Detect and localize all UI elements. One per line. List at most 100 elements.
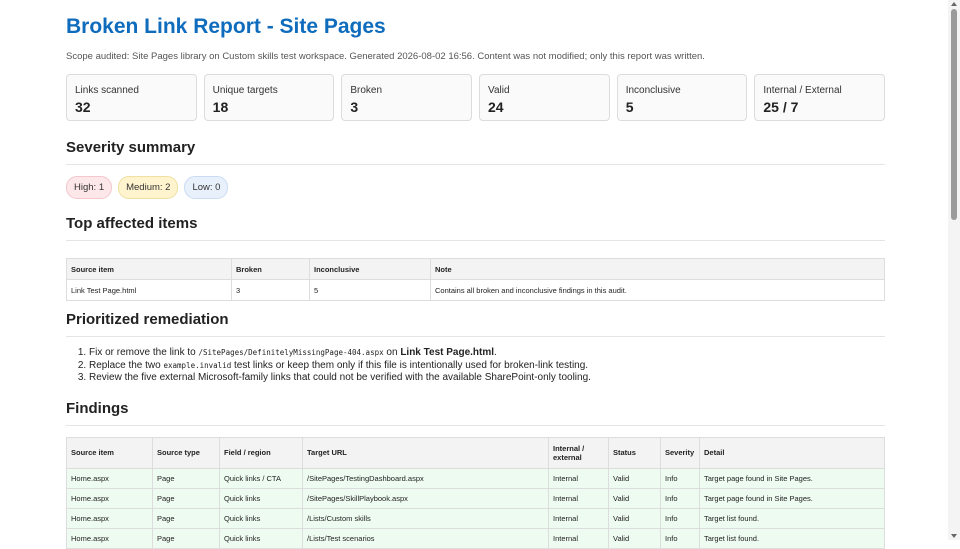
cell-severity: Info bbox=[660, 507, 700, 529]
column-header: Target URL bbox=[302, 436, 549, 469]
column-header: Source type bbox=[152, 436, 220, 469]
column-header: Source item bbox=[66, 258, 232, 280]
table-row: Link Test Page.html 3 5 Contains all bro… bbox=[66, 279, 885, 301]
column-header: Note bbox=[430, 258, 885, 280]
stat-label: Valid bbox=[488, 85, 510, 96]
severity-heading: Severity summary bbox=[66, 138, 885, 165]
cell-url: /Lists/Test scenarios bbox=[302, 527, 549, 549]
severity-medium-badge: Medium: 2 bbox=[118, 176, 179, 199]
cell-severity: Info bbox=[660, 467, 700, 489]
cell-scope: Internal bbox=[548, 487, 609, 509]
cell-scope: Internal bbox=[548, 467, 609, 489]
scrollbar-thumb[interactable] bbox=[951, 9, 957, 220]
cell-type: Page bbox=[152, 507, 220, 529]
table-header-row: Source item Broken Inconclusive Note bbox=[66, 258, 885, 280]
cell-status: Valid bbox=[608, 527, 661, 549]
stats-cards: Links scanned 32 Unique targets 18 Broke… bbox=[66, 74, 886, 121]
list-item: Review the five external Microsoft-famil… bbox=[89, 372, 885, 385]
cell-detail: Target list found. bbox=[699, 507, 885, 529]
cell-status: Valid bbox=[608, 467, 661, 489]
cell-status: Valid bbox=[608, 507, 661, 529]
cell-inconclusive: 5 bbox=[309, 279, 431, 301]
vertical-scrollbar[interactable] bbox=[948, 0, 960, 540]
remediation-list: Fix or remove the link to /SitePages/Def… bbox=[66, 347, 885, 385]
item-text: test links or keep them only if this fil… bbox=[231, 359, 589, 371]
column-header: Status bbox=[608, 436, 661, 469]
column-header: Source item bbox=[66, 436, 153, 469]
stat-value: 5 bbox=[625, 99, 634, 115]
stat-label: Inconclusive bbox=[625, 85, 681, 96]
list-item: Fix or remove the link to /SitePages/Def… bbox=[89, 347, 885, 360]
cell-field: Quick links bbox=[219, 527, 303, 549]
bold-page-name: Link Test Page.html bbox=[400, 347, 495, 358]
cell-field: Quick links bbox=[219, 487, 303, 509]
item-text: . bbox=[494, 347, 497, 358]
cell-detail: Target page found in Site Pages. bbox=[699, 467, 885, 489]
stat-value: 32 bbox=[75, 99, 91, 115]
severity-pills: High: 1 Medium: 2 Low: 0 bbox=[66, 176, 885, 199]
severity-high-badge: High: 1 bbox=[66, 176, 113, 199]
cell-url: /Lists/Custom skills bbox=[302, 507, 549, 529]
cell-note: Contains all broken and inconclusive fin… bbox=[430, 279, 885, 301]
cell-url: /SitePages/TestingDashboard.aspx bbox=[302, 467, 549, 489]
column-header: Broken bbox=[231, 258, 310, 280]
stat-card-unique-targets: Unique targets 18 bbox=[203, 74, 335, 121]
stat-card-valid: Valid 24 bbox=[479, 74, 610, 121]
item-text: Fix or remove the link to bbox=[89, 347, 199, 358]
stat-label: Unique targets bbox=[212, 85, 278, 96]
cell-broken: 3 bbox=[231, 279, 310, 301]
cell-status: Valid bbox=[608, 487, 661, 509]
stat-card-links-scanned: Links scanned 32 bbox=[66, 74, 197, 121]
stat-label: Broken bbox=[350, 85, 383, 96]
stat-label: Links scanned bbox=[75, 85, 139, 96]
column-header: Severity bbox=[660, 436, 700, 469]
table-row: Home.aspx Page Quick links /SitePages/Sk… bbox=[66, 487, 885, 509]
stat-card-inconclusive: Inconclusive 5 bbox=[616, 74, 748, 121]
findings-heading: Findings bbox=[66, 399, 885, 426]
remediation-heading: Prioritized remediation bbox=[66, 310, 885, 337]
table-row: Home.aspx Page Quick links / CTA /SitePa… bbox=[66, 467, 885, 489]
cell-detail: Target page found in Site Pages. bbox=[699, 487, 885, 509]
cell-scope: Internal bbox=[548, 527, 609, 549]
findings-table: Source item Source type Field / region T… bbox=[66, 436, 885, 549]
cell-scope: Internal bbox=[548, 507, 609, 529]
stat-card-broken: Broken 3 bbox=[341, 74, 473, 121]
severity-low-badge: Low: 0 bbox=[184, 176, 229, 199]
cell-source: Home.aspx bbox=[66, 507, 153, 529]
top-affected-heading: Top affected items bbox=[66, 214, 885, 241]
code-domain: example.invalid bbox=[163, 360, 232, 370]
table-header-row: Source item Source type Field / region T… bbox=[66, 436, 885, 469]
cell-url: /SitePages/SkillPlaybook.aspx bbox=[302, 487, 549, 509]
cell-source: Link Test Page.html bbox=[66, 279, 232, 301]
cell-detail: Target list found. bbox=[699, 527, 885, 549]
code-path: /SitePages/DefinitelyMissingPage-404.asp… bbox=[198, 348, 384, 357]
column-header: Field / region bbox=[219, 436, 303, 469]
cell-type: Page bbox=[152, 527, 220, 549]
stat-value: 25 / 7 bbox=[763, 99, 799, 115]
page-title: Broken Link Report - Site Pages bbox=[66, 15, 386, 38]
table-row: Home.aspx Page Quick links /Lists/Custom… bbox=[66, 507, 885, 529]
report-page: Broken Link Report - Site Pages Scope au… bbox=[66, 0, 886, 549]
cell-severity: Info bbox=[660, 487, 700, 509]
stat-card-internal-external: Internal / External 25 / 7 bbox=[754, 74, 886, 121]
list-item: Replace the two example.invalid test lin… bbox=[89, 360, 885, 373]
cell-type: Page bbox=[152, 467, 220, 489]
cell-source: Home.aspx bbox=[66, 527, 153, 549]
cell-source: Home.aspx bbox=[66, 467, 153, 489]
stat-value: 3 bbox=[350, 99, 359, 115]
cell-source: Home.aspx bbox=[66, 487, 153, 509]
scroll-up-arrow-icon[interactable] bbox=[951, 2, 957, 6]
stat-value: 24 bbox=[488, 99, 504, 115]
cell-field: Quick links bbox=[219, 507, 303, 529]
cell-field: Quick links / CTA bbox=[219, 467, 303, 489]
item-text: Replace the two bbox=[89, 359, 164, 371]
scroll-down-arrow-icon[interactable] bbox=[951, 534, 957, 538]
column-header: Detail bbox=[699, 436, 885, 469]
stat-value: 18 bbox=[212, 99, 229, 115]
stat-label: Internal / External bbox=[763, 85, 842, 96]
cell-type: Page bbox=[152, 487, 220, 509]
cell-severity: Info bbox=[660, 527, 700, 549]
column-header: Internal / external bbox=[548, 436, 609, 469]
column-header: Inconclusive bbox=[309, 258, 431, 280]
item-text: on bbox=[383, 347, 401, 358]
